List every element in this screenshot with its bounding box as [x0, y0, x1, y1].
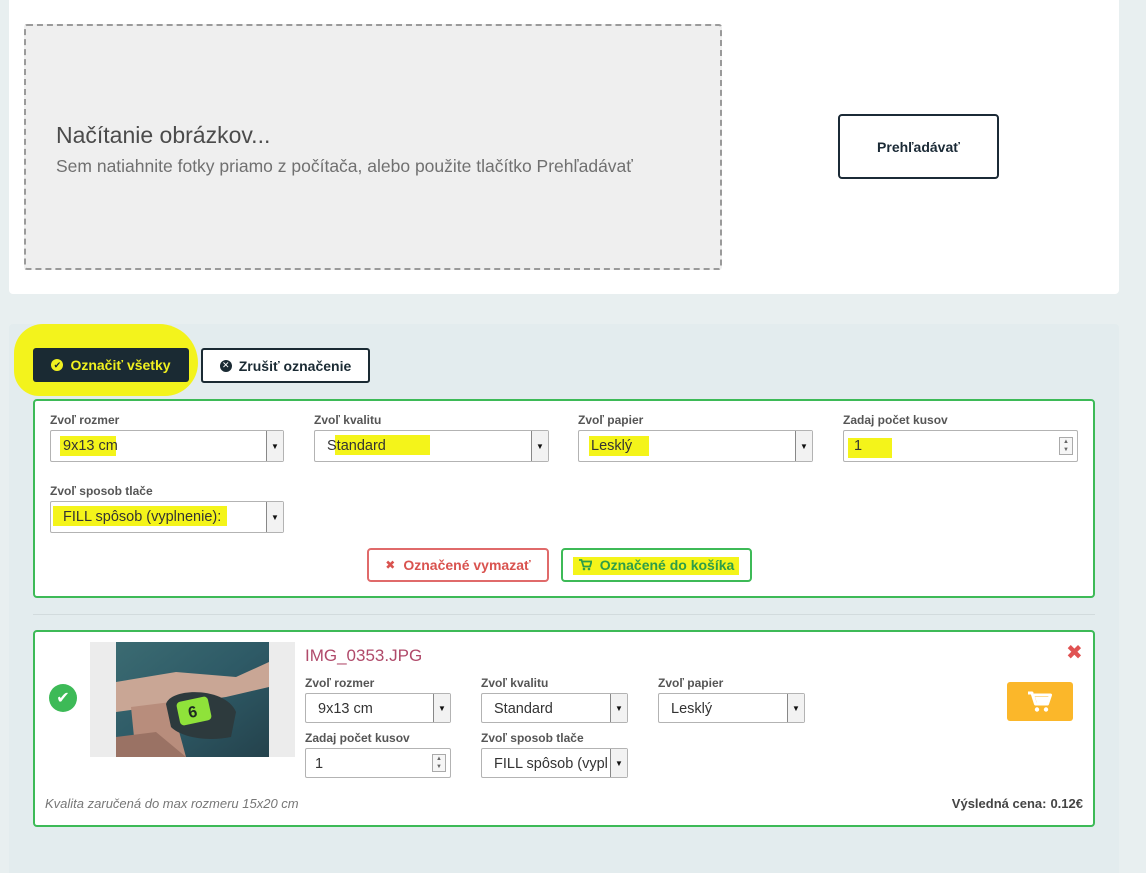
- bulk-paper-label: Zvoľ papier: [578, 413, 644, 427]
- bulk-quality-select[interactable]: Standard ▼: [314, 430, 549, 462]
- browse-button[interactable]: Prehľadávať: [838, 114, 999, 179]
- bulk-quality-label: Zvoľ kvalitu: [314, 413, 382, 427]
- price-label: Výsledná cena:: [951, 796, 1047, 811]
- marked-to-cart-button[interactable]: Označené do košíka: [561, 548, 752, 582]
- photo-dropzone[interactable]: Načítanie obrázkov... Sem natiahnite fot…: [24, 24, 722, 270]
- item-paper-label: Zvoľ papier: [658, 676, 724, 690]
- item-paper-select[interactable]: Lesklý ▼: [658, 693, 805, 723]
- bulk-method-label: Zvoľ sposob tlače: [50, 484, 153, 498]
- bulk-paper-value: Lesklý: [591, 438, 633, 454]
- item-quality-select[interactable]: Standard ▼: [481, 693, 628, 723]
- result-price: Výsledná cena: 0.12€: [952, 796, 1083, 811]
- unmark-button[interactable]: ✕ Zrušiť označenie: [201, 348, 370, 383]
- quality-note: Kvalita zaručená do max rozmeru 15x20 cm: [45, 796, 299, 811]
- unmark-label: Zrušiť označenie: [238, 357, 352, 374]
- cart-icon: [1028, 691, 1052, 712]
- item-method-label: Zvoľ sposob tlače: [481, 731, 584, 745]
- stepper-icon[interactable]: ▲ ▼: [1059, 437, 1073, 455]
- add-to-cart-button[interactable]: [1007, 682, 1073, 721]
- item-count-label: Zadaj počet kusov: [305, 731, 410, 745]
- bulk-paper-select[interactable]: Lesklý ▼: [578, 430, 813, 462]
- chevron-down-icon: ▼: [610, 749, 627, 777]
- bulk-method-select[interactable]: FILL spôsob (vyplnenie): ▼: [50, 501, 284, 533]
- mark-all-label: Označiť všetky: [70, 357, 171, 373]
- bulk-size-select[interactable]: 9x13 cm ▼: [50, 430, 284, 462]
- bulk-count-input[interactable]: 1 ▲ ▼: [843, 430, 1078, 462]
- selected-check-icon[interactable]: ✔: [49, 684, 77, 712]
- close-circle-icon: ✕: [219, 359, 232, 372]
- photo-thumbnail[interactable]: 6: [116, 642, 269, 757]
- item-size-label: Zvoľ rozmer: [305, 676, 375, 690]
- chevron-down-icon: ▼: [610, 694, 627, 722]
- photo-filename: IMG_0353.JPG: [305, 646, 423, 665]
- item-count-value: 1: [315, 756, 324, 772]
- bulk-quality-value: Standard: [327, 438, 386, 454]
- dropzone-subtitle: Sem natiahnite fotky priamo z počítača, …: [56, 156, 633, 176]
- item-method-value: FILL spôsob (vypl: [494, 756, 607, 772]
- bulk-size-value: 9x13 cm: [63, 438, 118, 454]
- chevron-down-icon: ▼: [433, 694, 450, 722]
- bulk-size-label: Zvoľ rozmer: [50, 413, 120, 427]
- stepper-icon[interactable]: ▲ ▼: [432, 754, 446, 772]
- bulk-count-label: Zadaj počet kusov: [843, 413, 948, 427]
- chevron-down-icon: ▼: [266, 431, 283, 461]
- chevron-down-icon: ▼: [531, 431, 548, 461]
- bulk-count-value: 1: [854, 438, 863, 454]
- price-value: 0.12€: [1050, 796, 1083, 811]
- item-size-value: 9x13 cm: [318, 701, 373, 717]
- delete-marked-label: Označené vymazať: [403, 557, 531, 573]
- bulk-method-value: FILL spôsob (vyplnenie):: [63, 509, 222, 525]
- remove-photo-close-icon[interactable]: ✖: [1066, 640, 1083, 665]
- item-size-select[interactable]: 9x13 cm ▼: [305, 693, 451, 723]
- check-circle-icon: ✔: [51, 359, 64, 371]
- item-count-input[interactable]: 1 ▲ ▼: [305, 748, 451, 778]
- item-method-select[interactable]: FILL spôsob (vypl ▼: [481, 748, 628, 778]
- delete-marked-button[interactable]: ✖ Označené vymazať: [367, 548, 549, 582]
- cart-icon: [578, 559, 592, 571]
- dropzone-title: Načítanie obrázkov...: [56, 122, 271, 148]
- chevron-down-icon: ▼: [795, 431, 812, 461]
- chevron-down-icon: ▼: [266, 502, 283, 532]
- divider: [33, 614, 1095, 615]
- item-paper-value: Lesklý: [671, 701, 713, 717]
- item-quality-label: Zvoľ kvalitu: [481, 676, 549, 690]
- item-quality-value: Standard: [494, 701, 553, 717]
- marked-to-cart-label: Označené do košíka: [599, 557, 735, 573]
- close-icon: ✖: [385, 558, 396, 572]
- mark-all-button[interactable]: ✔ Označiť všetky: [33, 348, 189, 382]
- chevron-down-icon: ▼: [787, 694, 804, 722]
